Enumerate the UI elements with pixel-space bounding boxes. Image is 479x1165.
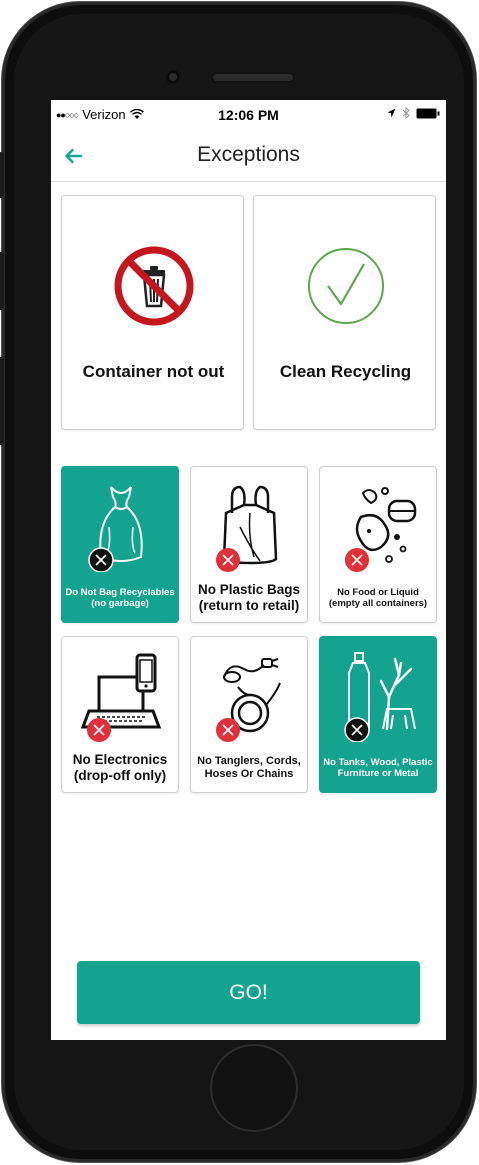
go-button[interactable]: GO! xyxy=(77,961,420,1024)
volume-up-button xyxy=(0,252,4,310)
no-trash-can-icon xyxy=(114,246,194,326)
card-label: Clean Recycling xyxy=(279,362,412,381)
volume-down-button xyxy=(0,357,4,445)
page-title: Exceptions xyxy=(197,143,300,166)
exception-label: No Tanglers, Cords, Hoses Or Chains xyxy=(197,755,301,781)
bag-icon xyxy=(88,486,143,572)
battery-icon xyxy=(416,108,440,118)
exception-label: No Food or Liquid (empty all containers) xyxy=(328,587,428,610)
exception-no-plastic-bags[interactable]: No Plastic Bags (return to retail) xyxy=(190,466,308,623)
laptop-phone-icon xyxy=(81,653,161,742)
tank-wood-icon xyxy=(344,652,416,742)
exception-no-electronics[interactable]: No Electronics (drop-off only) xyxy=(61,636,179,793)
exception-label: No Plastic Bags (return to retail) xyxy=(197,582,301,614)
exception-label: No Electronics (drop-off only) xyxy=(72,752,168,784)
earpiece-speaker xyxy=(211,72,295,83)
food-liquid-icon xyxy=(345,487,417,572)
location-arrow-icon xyxy=(387,108,396,118)
app-screen: ●●○○○ Verizon 12:06 PM Exceptions Contai… xyxy=(51,100,446,1040)
front-camera xyxy=(166,70,180,84)
checkmark-circle-icon xyxy=(308,248,384,324)
status-icons xyxy=(387,107,440,119)
cord-hose-icon xyxy=(216,658,281,742)
status-bar: ●●○○○ Verizon 12:06 PM xyxy=(51,100,446,130)
exception-do-not-bag[interactable]: Do Not Bag Recyclables (no garbage) xyxy=(61,466,179,623)
exception-label: No Tanks, Wood, Plastic Furniture or Met… xyxy=(323,757,433,780)
exception-no-tanks-wood[interactable]: No Tanks, Wood, Plastic Furniture or Met… xyxy=(319,636,437,793)
exception-no-tanglers[interactable]: No Tanglers, Cords, Hoses Or Chains xyxy=(190,636,308,793)
home-button[interactable] xyxy=(210,1044,298,1132)
clean-recycling-card[interactable]: Clean Recycling xyxy=(253,195,436,430)
exception-label: Do Not Bag Recyclables (no garbage) xyxy=(65,587,175,610)
plastic-bag-icon xyxy=(216,485,278,572)
exception-no-food-liquid[interactable]: No Food or Liquid (empty all containers) xyxy=(319,466,437,623)
container-not-out-card[interactable]: Container not out xyxy=(61,195,244,430)
mute-switch xyxy=(0,152,4,198)
navigation-bar: Exceptions xyxy=(51,130,446,182)
card-label: Container not out xyxy=(82,362,225,381)
bluetooth-icon xyxy=(402,107,410,119)
